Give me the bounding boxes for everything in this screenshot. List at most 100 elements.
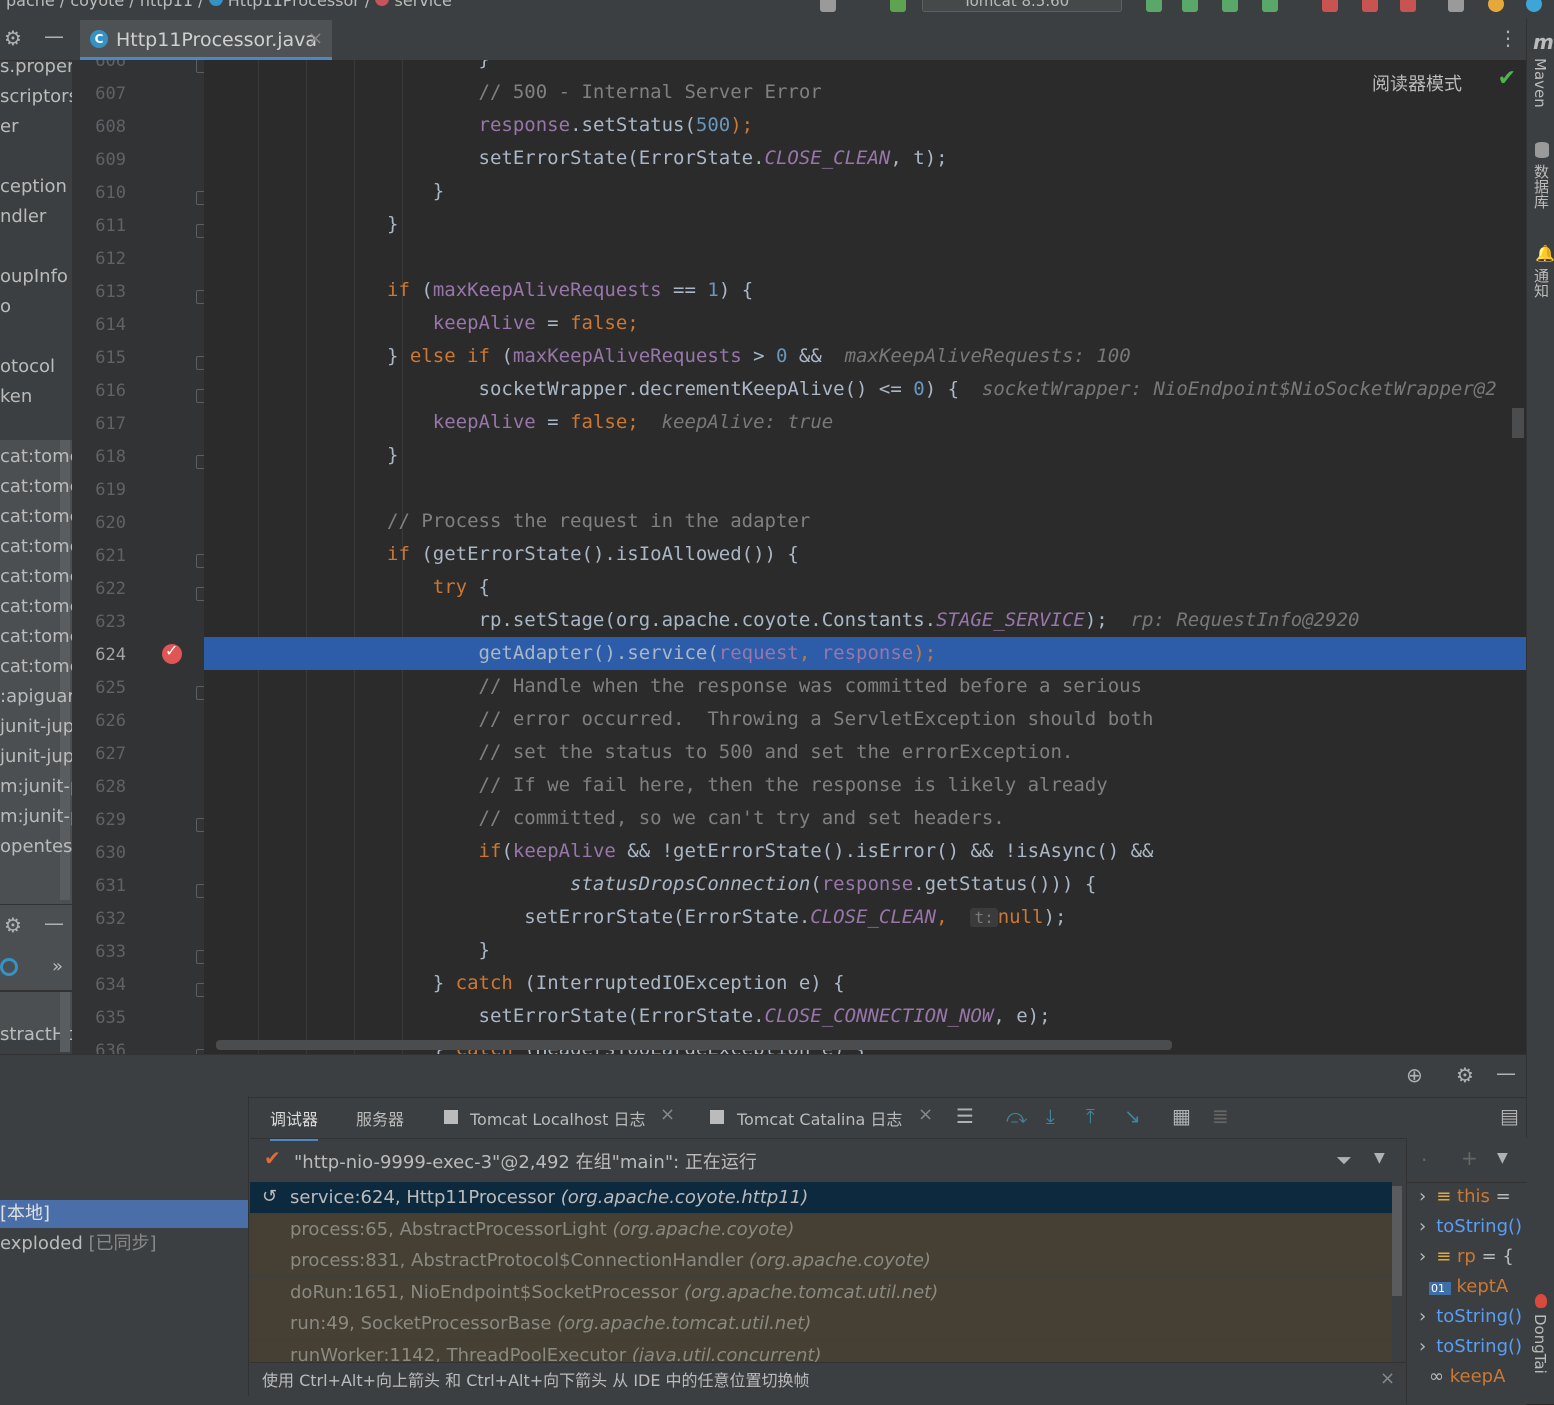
line-number[interactable]: 626 bbox=[72, 711, 126, 731]
stop-icon[interactable] bbox=[1400, 0, 1416, 12]
chevron-down-icon[interactable]: ▼ bbox=[1374, 1150, 1385, 1166]
line-number[interactable]: 636 bbox=[72, 1041, 126, 1054]
expand-chevron-icon[interactable]: › bbox=[1419, 1246, 1426, 1267]
tab-http11processor[interactable]: C Http11Processor.java × bbox=[80, 20, 332, 60]
step-into-icon[interactable]: ⤓ bbox=[1046, 1104, 1055, 1128]
tree-item[interactable]: m:junit-p bbox=[0, 772, 72, 802]
tree-item[interactable]: cat:tomc bbox=[0, 472, 72, 502]
trace-icon[interactable]: ≣ bbox=[1212, 1104, 1229, 1128]
variable-row[interactable]: ∞ keepA bbox=[1419, 1366, 1505, 1387]
frames-scrollbar[interactable] bbox=[1392, 1186, 1402, 1296]
tree-item[interactable]: junit-jup bbox=[0, 712, 72, 742]
variable-row[interactable]: › ≡ this = bbox=[1419, 1186, 1511, 1207]
back-arrow-icon[interactable] bbox=[890, 0, 906, 12]
database-tool-button[interactable]: 数据库 bbox=[1531, 164, 1552, 209]
line-number[interactable]: 617 bbox=[72, 414, 126, 434]
services-scrollbar[interactable] bbox=[60, 992, 70, 1052]
stack-frame[interactable]: run:49, SocketProcessorBase (org.apache.… bbox=[250, 1308, 1392, 1339]
gear-icon[interactable]: ⚙ bbox=[4, 26, 22, 50]
line-number[interactable]: 618 bbox=[72, 447, 126, 467]
close-icon[interactable]: × bbox=[1380, 1368, 1395, 1389]
line-number[interactable]: 635 bbox=[72, 1008, 126, 1028]
tree-item[interactable]: ken bbox=[0, 382, 32, 412]
line-number[interactable]: 624 bbox=[72, 645, 126, 665]
breadcrumb-item[interactable]: pache bbox=[6, 0, 55, 10]
run-icon[interactable] bbox=[1146, 0, 1162, 12]
tree-item[interactable]: cat:tomc bbox=[0, 622, 72, 652]
filter-icon[interactable]: ⏷ bbox=[1336, 1148, 1352, 1172]
fold-marker-icon[interactable] bbox=[196, 818, 204, 832]
tree-item[interactable]: :apiguar bbox=[0, 682, 72, 712]
fold-marker-icon[interactable] bbox=[196, 191, 204, 205]
breadcrumb-item[interactable]: service bbox=[395, 0, 452, 10]
tree-item[interactable]: cat:tomc bbox=[0, 442, 72, 472]
close-icon[interactable]: × bbox=[308, 28, 323, 49]
run-to-cursor-icon[interactable]: ↘ bbox=[1124, 1104, 1141, 1128]
tree-item[interactable]: cat:tomc bbox=[0, 562, 72, 592]
notifications-tool-button[interactable]: 通知 bbox=[1531, 268, 1552, 298]
expand-chevron-icon[interactable]: › bbox=[1419, 1216, 1426, 1237]
line-number[interactable]: 611 bbox=[72, 216, 126, 236]
plugin-icon[interactable] bbox=[1526, 0, 1542, 12]
line-number[interactable]: 614 bbox=[72, 315, 126, 335]
coverage-icon[interactable] bbox=[1222, 0, 1238, 12]
expand-chevron-icon[interactable]: › bbox=[1419, 1336, 1426, 1357]
line-number[interactable]: 629 bbox=[72, 810, 126, 830]
variable-row[interactable]: › toString() bbox=[1419, 1336, 1522, 1357]
tree-item[interactable]: cat:tomc bbox=[0, 652, 72, 682]
line-number[interactable]: 613 bbox=[72, 282, 126, 302]
fold-marker-icon[interactable] bbox=[196, 455, 204, 469]
fold-marker-icon[interactable] bbox=[196, 884, 204, 898]
variable-row[interactable]: › ≡ rp = { bbox=[1419, 1246, 1514, 1267]
minimize-icon[interactable]: — bbox=[44, 911, 64, 935]
session-item-exploded[interactable]: exploded [已同步] bbox=[0, 1230, 248, 1258]
maven-tool-button[interactable]: Maven bbox=[1531, 58, 1549, 108]
tree-item[interactable]: o bbox=[0, 292, 11, 322]
tree-item[interactable]: opentest4 bbox=[0, 832, 72, 862]
line-number[interactable]: 610 bbox=[72, 183, 126, 203]
horizontal-scrollbar[interactable] bbox=[216, 1040, 1172, 1050]
line-number[interactable]: 607 bbox=[72, 84, 126, 104]
attach-icon[interactable] bbox=[1322, 0, 1338, 12]
fold-marker-icon[interactable] bbox=[196, 356, 204, 370]
line-number[interactable]: 630 bbox=[72, 843, 126, 863]
tab-tomcat-catalina-log[interactable]: Tomcat Catalina 日志 bbox=[737, 1106, 902, 1130]
fold-marker-icon[interactable] bbox=[196, 983, 204, 997]
fold-marker-icon[interactable] bbox=[196, 290, 204, 304]
tree-item[interactable]: scriptors bbox=[0, 82, 72, 112]
line-number[interactable]: 623 bbox=[72, 612, 126, 632]
breadcrumb-item[interactable]: http11 bbox=[140, 0, 193, 10]
services-icon[interactable] bbox=[0, 958, 18, 976]
build-icon[interactable] bbox=[1362, 0, 1378, 12]
chevron-down-icon[interactable]: ▼ bbox=[1497, 1150, 1508, 1166]
fold-marker-icon[interactable] bbox=[196, 389, 204, 403]
minimize-icon[interactable]: — bbox=[1496, 1061, 1516, 1085]
tree-item[interactable]: m:junit-p bbox=[0, 802, 72, 832]
close-icon[interactable]: × bbox=[918, 1104, 933, 1125]
code-editor[interactable]: } // 500 - Internal Server Error respons… bbox=[204, 60, 1526, 1054]
step-out-icon[interactable]: ⤒ bbox=[1086, 1104, 1095, 1128]
crosshair-icon[interactable]: ⊕ bbox=[1406, 1063, 1423, 1087]
tree-item[interactable]: cat:tomc bbox=[0, 592, 72, 622]
tree-item[interactable]: otocol bbox=[0, 352, 55, 382]
expand-chevron-icon[interactable]: » bbox=[52, 952, 63, 982]
tree-item[interactable]: junit-jup bbox=[0, 742, 72, 772]
expand-chevron-icon[interactable]: › bbox=[1419, 1306, 1426, 1327]
tab-tomcat-localhost-log[interactable]: Tomcat Localhost 日志 bbox=[470, 1106, 646, 1130]
line-number[interactable]: 632 bbox=[72, 909, 126, 929]
tab-debugger[interactable]: 调试器 bbox=[270, 1106, 319, 1141]
profile-icon[interactable] bbox=[1262, 0, 1278, 12]
line-number[interactable]: 620 bbox=[72, 513, 126, 533]
layout-icon[interactable]: ▤ bbox=[1500, 1104, 1519, 1128]
line-number[interactable]: 606 bbox=[72, 60, 126, 71]
inspection-ok-icon[interactable]: ✔ bbox=[1498, 66, 1516, 91]
line-number[interactable]: 609 bbox=[72, 150, 126, 170]
line-number[interactable]: 628 bbox=[72, 777, 126, 797]
gear-icon[interactable]: ⚙ bbox=[1456, 1063, 1474, 1087]
tree-item[interactable]: cat:tomc bbox=[0, 532, 72, 562]
thread-select[interactable]: "http-nio-9999-exec-3"@2,492 在组"main": 正… bbox=[294, 1148, 757, 1174]
user-icon[interactable] bbox=[820, 0, 836, 12]
fold-marker-icon[interactable] bbox=[196, 60, 204, 73]
variable-row[interactable]: › toString() bbox=[1419, 1216, 1522, 1237]
close-icon[interactable]: × bbox=[660, 1104, 675, 1125]
